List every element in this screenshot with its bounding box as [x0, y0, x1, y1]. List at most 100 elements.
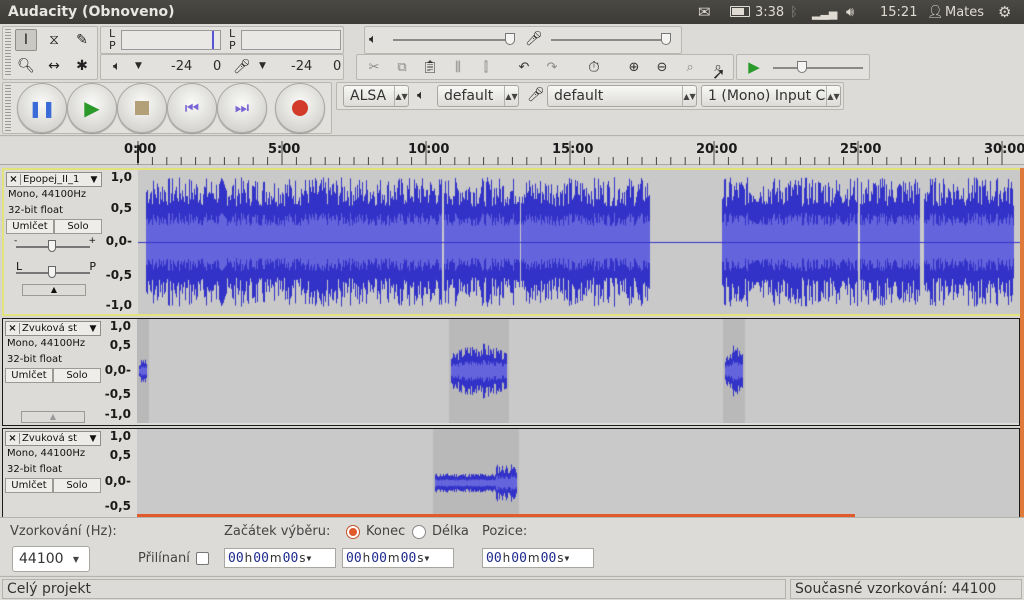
waveform[interactable]	[137, 429, 1019, 517]
network-icon[interactable]: ▂▃▅	[812, 7, 837, 20]
zoom-out-icon[interactable]: ⊖	[651, 56, 673, 78]
track-name[interactable]: Zvuková st	[20, 323, 86, 334]
play-button[interactable]: ▶	[67, 83, 117, 133]
audio-track[interactable]: × Zvuková st ▼ Mono, 44100Hz 32-bit float …	[2, 318, 1020, 426]
close-icon[interactable]: ×	[7, 174, 21, 185]
channels-select[interactable]: 1 (Mono) Input C ▲▼	[701, 85, 841, 107]
transport-toolbar: ❚❚ ▶ ⏮︎ ⏭︎	[2, 82, 332, 134]
input-device-select[interactable]: default ▲▼	[547, 85, 697, 107]
speed-thumb[interactable]	[797, 61, 807, 73]
solo-button[interactable]: Solo	[54, 219, 102, 234]
chevron-down-icon[interactable]: ▼	[425, 554, 430, 563]
track-name-bar[interactable]: × Zvuková st ▼	[5, 321, 101, 336]
battery-icon[interactable]	[730, 6, 750, 17]
timeshift-tool-icon[interactable]: ↔	[43, 55, 65, 77]
speaker-icon[interactable]: 🔈︎	[113, 59, 121, 74]
microphone-icon[interactable]: 🎤︎	[233, 59, 251, 75]
audio-track[interactable]: × Epopej_II_1 ▼ Mono, 44100Hz 32-bit float…	[2, 168, 1020, 316]
toolbar-grip[interactable]	[5, 29, 11, 77]
timeline-ruler[interactable]: 0:00 5:00 10:00 15:00 20:00 25:00 30:00	[0, 137, 1024, 165]
mute-button[interactable]: Umlčet	[5, 478, 53, 493]
chevron-down-icon[interactable]: ▼	[565, 554, 570, 563]
selection-start-time[interactable]: 00 h 00 m 00 s ▼	[224, 548, 336, 568]
speed-slider[interactable]	[773, 67, 863, 69]
selection-end-time[interactable]: 00 h 00 m 00 s ▼	[342, 548, 454, 568]
length-radio[interactable]	[412, 525, 426, 539]
copy-icon[interactable]: ⧉	[391, 56, 413, 78]
redo-icon[interactable]: ↷	[541, 56, 563, 78]
track-name-bar[interactable]: × Zvuková st ▼	[5, 431, 101, 446]
input-volume-thumb[interactable]	[661, 33, 671, 45]
gain-slider[interactable]: - +	[6, 234, 102, 258]
solo-button[interactable]: Solo	[53, 368, 101, 383]
record-button[interactable]	[275, 83, 325, 133]
playback-meter[interactable]	[241, 30, 341, 50]
mail-icon[interactable]: ✉	[698, 3, 711, 21]
sync-lock-icon[interactable]: ⏱︎	[583, 56, 605, 78]
track-name[interactable]: Epopej_II_1	[21, 174, 87, 185]
close-icon[interactable]: ×	[6, 433, 20, 444]
output-device-select[interactable]: default ▲▼	[437, 85, 519, 107]
user-name[interactable]: Mates	[945, 5, 984, 20]
undo-icon[interactable]: ↶	[513, 56, 535, 78]
chevron-down-icon[interactable]: ▼	[87, 175, 101, 185]
mute-button[interactable]: Umlčet	[5, 368, 53, 383]
solo-button[interactable]: Solo	[53, 478, 101, 493]
output-volume-thumb[interactable]	[505, 33, 515, 45]
stop-icon	[135, 101, 149, 115]
position-time[interactable]: 00 h 00 m 00 s ▼	[482, 548, 594, 568]
rate-select[interactable]: 44100 ▼	[12, 546, 90, 572]
draw-tool-icon[interactable]: ✎	[71, 29, 93, 51]
pause-button[interactable]: ❚❚	[17, 83, 67, 133]
input-volume-slider[interactable]	[551, 39, 671, 41]
user-icon[interactable]: 👤︎	[927, 5, 944, 20]
gear-icon[interactable]: ⚙	[998, 3, 1011, 21]
collapse-button[interactable]: ▲	[21, 411, 85, 423]
play-at-speed-icon[interactable]: ▶	[743, 56, 765, 78]
waveform[interactable]	[137, 319, 1019, 423]
envelope-tool-icon[interactable]: ⧖	[43, 29, 65, 51]
zoom-tool-icon[interactable]: 🔍︎	[15, 55, 37, 77]
pan-thumb[interactable]	[48, 266, 56, 278]
mute-button[interactable]: Umlčet	[6, 219, 54, 234]
skip-end-button[interactable]: ⏭︎	[217, 83, 267, 133]
gain-thumb[interactable]	[48, 240, 56, 252]
bluetooth-icon[interactable]: ᛒ	[790, 5, 798, 20]
cut-icon[interactable]: ✂	[363, 56, 385, 78]
track-name[interactable]: Zvuková st	[20, 433, 86, 444]
toolbar-grip[interactable]	[5, 85, 11, 131]
fit-selection-icon[interactable]: ⌕	[679, 56, 701, 78]
waveform[interactable]	[138, 170, 1020, 314]
zoom-in-icon[interactable]: ⊕	[623, 56, 645, 78]
pan-slider[interactable]: L P	[6, 258, 102, 282]
end-radio-label[interactable]: Konec	[366, 524, 405, 539]
clock[interactable]: 15:21	[880, 5, 917, 20]
track-name-bar[interactable]: × Epopej_II_1 ▼	[6, 172, 102, 187]
multi-tool-icon[interactable]: ✱	[71, 55, 93, 77]
output-volume-slider[interactable]	[393, 39, 513, 41]
close-icon[interactable]: ×	[6, 323, 20, 334]
play-head[interactable]	[137, 145, 145, 163]
length-radio-label[interactable]: Délka	[432, 524, 469, 539]
snap-checkbox[interactable]	[196, 552, 209, 565]
chevron-down-icon[interactable]: ▼	[86, 324, 100, 334]
host-select[interactable]: ALSA ▲▼	[343, 85, 409, 107]
skip-start-button[interactable]: ⏮︎	[167, 83, 217, 133]
collapse-button[interactable]: ▲	[22, 284, 86, 296]
chevron-down-icon[interactable]: ▼	[259, 61, 266, 71]
battery-time[interactable]: 3:38	[755, 5, 784, 20]
selection-tool-icon[interactable]: I	[15, 29, 37, 51]
end-radio[interactable]	[346, 525, 360, 539]
volume-icon[interactable]: 🔊︎	[846, 5, 854, 20]
chevron-down-icon[interactable]: ▼	[307, 554, 312, 563]
chevron-down-icon[interactable]: ▼	[86, 434, 100, 444]
paste-icon[interactable]: 📋︎	[419, 56, 441, 78]
scale-tick: -1,0	[104, 407, 131, 421]
output-volume-icon: 🔈︎	[369, 32, 377, 47]
silence-icon[interactable]: ⫿	[475, 56, 497, 78]
record-meter[interactable]	[121, 30, 221, 50]
audio-track[interactable]: × Zvuková st ▼ Mono, 44100Hz 32-bit float …	[2, 428, 1020, 518]
trim-icon[interactable]: ⫼	[447, 56, 469, 78]
chevron-down-icon[interactable]: ▼	[135, 61, 142, 71]
stop-button[interactable]	[117, 83, 167, 133]
